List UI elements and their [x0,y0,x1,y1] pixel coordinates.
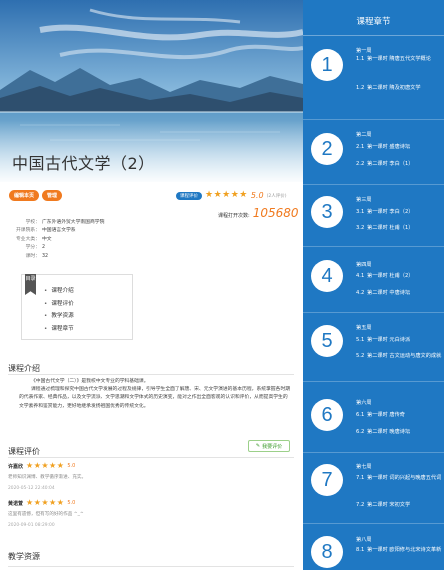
week-number-badge: 4 [311,260,343,292]
opens-label: 课程打开次数: [218,213,250,219]
week-label: 第三周 [356,197,372,203]
week-number-badge: 3 [311,196,343,228]
review-text: 这里有遗憾，但有写的好的作品 ^_^ [8,512,84,517]
rating-score: 5.0 [250,191,264,200]
review-star-icon: ★★★★★ [26,461,65,470]
rating-count: (2人评价) [266,193,287,199]
intro-paragraph-2: 课程通过梳理和探究中国古代文学发展的过程及规律，引导学生全面了解唐、宋、元文学演… [19,387,291,409]
review-date: 2020-09-01 08:29:00 [8,523,55,528]
review-score: 5.0 [67,500,76,506]
evaluation-divider [8,457,294,458]
lesson-link[interactable]: 7.2 第二课时 宋初文学 [356,502,442,510]
review-author: 黄诺萱 [8,500,24,507]
lesson-link[interactable]: 6.2 第二课时 晚唐诗坛 [356,429,442,437]
lesson-link[interactable]: 4.1 第一课时 杜甫（2） [356,273,442,281]
toc-item-resources[interactable]: 教学资源 [44,310,73,323]
lesson-link[interactable]: 3.1 第一课时 李白（2） [356,209,442,217]
review-star-icon: ★★★★★ [26,498,65,507]
week-label: 第五周 [356,325,372,331]
review-text: 老师知识渊博、教学循序渐进、充实。 [8,475,87,480]
week-label: 第二周 [356,132,372,138]
sidebar-title: 课程章节 [356,17,391,27]
write-review-button[interactable]: ✎ 我要评价 [248,440,290,452]
info-row-credits: 学分： 2 [25,245,46,251]
sidebar-title-divider [303,35,444,36]
toc-item-intro[interactable]: 课程介绍 [44,285,73,298]
course-main: 中国古代文学（2） 编辑本页 管理 课程评价 ★★★★★ 5.0 (2人评价) … [0,0,303,570]
week-number-badge: 2 [311,133,343,165]
course-opens: 课程打开次数: 105680 [218,206,299,220]
course-rating: 课程评价 ★★★★★ 5.0 (2人评价) [176,191,286,200]
week-number-badge: 6 [311,399,343,431]
toc-item-evaluation[interactable]: 课程评价 [44,298,73,311]
week-label: 第四周 [356,262,372,268]
intro-text: 《中国古代文学（二）》是我校中文专业的学科基础课。 课程通过梳理和探究中国古代文… [19,378,291,411]
resources-title: 教学资源 [8,552,40,561]
rating-tag: 课程评价 [176,191,202,200]
review-author: 许嘉欣 [8,463,24,470]
week-number-badge: 5 [311,325,343,357]
course-banner: 中国古代文学（2） [0,0,303,182]
review-item: 许嘉欣 ★★★★★ 5.0 老师知识渊博、教学循序渐进、充实。 2020-05-… [8,461,294,492]
pencil-icon: ✎ [255,443,261,449]
info-row-major: 专业大类： 中文 [16,236,52,242]
week-label: 第六周 [356,400,372,406]
lesson-link[interactable]: 5.1 第一课时 元白诗派 [356,337,442,345]
course-actions: 编辑本页 管理 [9,190,63,201]
review-date: 2020-05-12 22:40:04 [8,486,55,491]
review-score: 5.0 [67,463,76,469]
week-number-badge: 7 [311,464,343,496]
lesson-link[interactable]: 1.2 第二课时 隋及初唐文学 [356,85,442,93]
table-of-contents: 目录 课程介绍 课程评价 教学资源 课程章节 [21,274,133,340]
manage-button[interactable]: 管理 [42,190,63,201]
intro-title: 课程介绍 [8,364,40,373]
lesson-link[interactable]: 4.2 第二课时 中唐诗坛 [356,290,442,298]
toc-list: 课程介绍 课程评价 教学资源 课程章节 [44,285,73,336]
week-number-badge: 8 [311,536,343,568]
week-number-badge: 1 [311,49,343,81]
info-row-department: 开课院系： 中国语言文学系 [16,228,76,234]
lesson-link[interactable]: 6.1 第一课时 唐传奇 [356,412,442,420]
star-rating-icon: ★★★★★ [205,190,248,200]
write-review-label: 我要评价 [262,443,283,450]
course-title: 中国古代文学（2） [12,154,155,173]
lesson-link[interactable]: 2.2 第二课时 李白（1） [356,161,442,169]
week-label: 第七周 [356,464,372,470]
evaluation-title: 课程评价 [8,447,40,456]
toc-item-chapters[interactable]: 课程章节 [44,323,73,336]
lesson-link[interactable]: 8.1 第一课时 欧阳修与北宋诗文革新 [356,547,442,555]
lesson-link[interactable]: 7.1 第一课时 词的兴起与晚唐五代词 [356,475,442,483]
lesson-link[interactable]: 1.1 第一课时 隋唐五代文学概论 [356,56,442,64]
intro-divider [8,374,294,375]
info-row-school: 学校： 广东外语外贸大学南国商学院 [25,220,105,225]
week-label: 第一周 [356,48,372,54]
edit-page-button[interactable]: 编辑本页 [9,190,40,201]
course-info: 学校： 广东外语外贸大学南国商学院 开课院系： 中国语言文学系 专业大类： 中文 学分… [8,219,104,261]
info-row-hours: 课时： 32 [25,253,49,259]
toc-bookmark-icon: 目录 [25,274,36,295]
lesson-link[interactable]: 5.2 第二课时 古文运动与唐文的成就 [356,353,442,361]
lesson-link[interactable]: 3.2 第二课时 杜甫（1） [356,225,442,233]
resources-divider [8,566,294,567]
week-label: 第八周 [356,537,372,543]
opens-count: 105680 [252,206,299,220]
lesson-link[interactable]: 2.1 第一课时 盛唐诗坛 [356,144,442,152]
review-item: 黄诺萱 ★★★★★ 5.0 这里有遗憾，但有写的好的作品 ^_^ 2020-09… [8,498,294,529]
chapter-sidebar: 课程章节 1 第一周 1.1 第一课时 隋唐五代文学概论 1.2 第二课时 隋及初唐… [303,0,444,570]
intro-paragraph-1: 《中国古代文学（二）》是我校中文专业的学科基础课。 [31,379,149,384]
